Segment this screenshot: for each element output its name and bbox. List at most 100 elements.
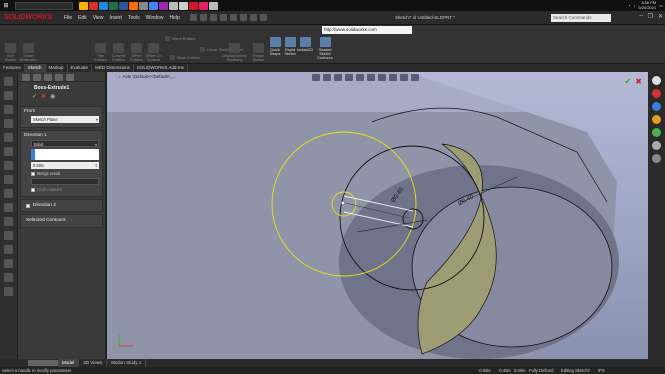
- tab-sketch[interactable]: Sketch: [24, 64, 46, 72]
- rectangle-tool-icon[interactable]: [4, 203, 13, 212]
- view-palette-icon[interactable]: [652, 115, 661, 124]
- property-tab-icon[interactable]: [33, 74, 41, 81]
- merge-result-checkbox[interactable]: Merge result: [31, 171, 99, 176]
- confirm-cancel-icon[interactable]: ✖: [635, 77, 642, 86]
- depth-input[interactable]: 0.50in ⇕: [31, 162, 99, 169]
- file-explorer-icon[interactable]: [652, 102, 661, 111]
- tab-scroll-buttons[interactable]: [28, 360, 58, 366]
- tab-mbd-dimensions[interactable]: MBD Dimensions: [92, 64, 134, 72]
- bottom-tab-motion-study-1[interactable]: Motion Study 1: [107, 359, 147, 367]
- appearances-icon[interactable]: [652, 128, 661, 137]
- taskbar-app-icon[interactable]: [149, 1, 158, 10]
- bottom-tab-model[interactable]: Model: [58, 359, 80, 367]
- section-view-icon[interactable]: [345, 74, 353, 81]
- menu-item-edit[interactable]: Edit: [78, 15, 87, 21]
- line-tool-icon[interactable]: [4, 161, 13, 170]
- new-file-icon[interactable]: [189, 14, 197, 21]
- options-icon[interactable]: [259, 14, 267, 21]
- config-tab-icon[interactable]: [44, 74, 52, 81]
- offset-on-surface-button[interactable]: Offset On Surface: [145, 43, 162, 62]
- relation-tool-icon[interactable]: [4, 231, 13, 240]
- zoom-fit-icon[interactable]: [312, 74, 320, 81]
- windows-start-icon[interactable]: ⊞: [1, 1, 11, 10]
- direction-vector-field[interactable]: [31, 149, 99, 160]
- close-icon[interactable]: ✕: [658, 13, 663, 20]
- feature-tree-flyout[interactable]: › Axle (Default<<Default>_...: [119, 74, 177, 79]
- trim-tool-icon[interactable]: [4, 245, 13, 254]
- tab-features[interactable]: Features: [0, 64, 25, 72]
- taskbar-app-icon[interactable]: [109, 1, 118, 10]
- display-delete-relations-button[interactable]: Display/Delete Relations: [222, 43, 247, 62]
- hide-show-icon[interactable]: [378, 74, 386, 81]
- design-library-icon[interactable]: [652, 89, 661, 98]
- dimxpert-tab-icon[interactable]: [55, 74, 63, 81]
- property-manager-icon[interactable]: [4, 91, 13, 100]
- bottom-tab-3d-views[interactable]: 3D Views: [79, 359, 108, 367]
- graphics-area[interactable]: Ø0.40 Ø0.40 › Axle (Default<<Default>_..…: [107, 72, 648, 359]
- selected-contours-section[interactable]: Selected Contours: [20, 214, 103, 228]
- trim-entities-button[interactable]: Trim Entities: [92, 43, 109, 62]
- menu-item-help[interactable]: Help: [169, 15, 179, 21]
- url-field[interactable]: http://www.solidworks.com: [322, 26, 412, 34]
- spin-icon[interactable]: ⇕: [95, 162, 98, 169]
- restore-icon[interactable]: ❐: [648, 13, 653, 20]
- menu-item-view[interactable]: View: [93, 15, 104, 21]
- menu-item-window[interactable]: Window: [146, 15, 164, 21]
- taskbar-app-icon[interactable]: [79, 1, 88, 10]
- repair-sketch-button[interactable]: Repair Sketch: [250, 43, 267, 62]
- chevron-right-icon[interactable]: ›: [119, 74, 121, 79]
- view-settings-icon[interactable]: [411, 74, 419, 81]
- taskbar-app-icon[interactable]: [199, 1, 208, 10]
- scene-icon[interactable]: [400, 74, 408, 81]
- end-condition-select[interactable]: Blind ▾: [31, 140, 99, 147]
- direction2-section[interactable]: Direction 2: [20, 199, 103, 212]
- appearance-icon[interactable]: [389, 74, 397, 81]
- cancel-icon[interactable]: ✖: [41, 93, 46, 100]
- minimize-icon[interactable]: –: [639, 13, 642, 20]
- convert-entities-button[interactable]: Convert Entities: [110, 43, 127, 62]
- menu-item-insert[interactable]: Insert: [109, 15, 122, 21]
- taskbar-app-icon[interactable]: [209, 1, 218, 10]
- instant2d-button[interactable]: Instant2D: [297, 37, 313, 52]
- feature-manager-icon[interactable]: [4, 77, 13, 86]
- undo-icon[interactable]: [229, 14, 237, 21]
- smart-dimension-button[interactable]: Smart Dimension: [20, 43, 37, 62]
- select-icon[interactable]: [239, 14, 247, 21]
- eye-icon[interactable]: ◉: [50, 93, 55, 100]
- exit-sketch-button[interactable]: Exit Sketch: [2, 43, 19, 62]
- model-view[interactable]: Ø0.40 Ø0.40: [107, 72, 648, 359]
- save-icon[interactable]: [209, 14, 217, 21]
- taskbar-app-icon[interactable]: [129, 1, 138, 10]
- clock[interactable]: 3:56 PM 5/20/2021: [638, 0, 656, 10]
- sketch-tool-icon[interactable]: [4, 147, 13, 156]
- volume-icon[interactable]: ♪: [633, 3, 635, 8]
- appearance-tab-icon[interactable]: [66, 74, 74, 81]
- custom-properties-icon[interactable]: [652, 141, 661, 150]
- taskbar-app-icon[interactable]: [99, 1, 108, 10]
- rebuild-icon[interactable]: [249, 14, 257, 21]
- confirm-ok-icon[interactable]: ✔: [624, 77, 631, 86]
- tab-markup[interactable]: Markup: [46, 64, 68, 72]
- ok-icon[interactable]: ✔: [32, 93, 37, 100]
- center-point[interactable]: [340, 200, 346, 206]
- mirror-entities-button[interactable]: Mirror Entities: [165, 36, 220, 41]
- solidworks-logo[interactable]: SOLIDWORKS: [4, 14, 60, 21]
- solidworks-resources-icon[interactable]: [652, 76, 661, 85]
- dimension-tool-icon[interactable]: [4, 217, 13, 226]
- display-manager-icon[interactable]: [4, 133, 13, 142]
- network-icon[interactable]: ◔: [628, 3, 630, 8]
- mirror-tool-icon[interactable]: [4, 259, 13, 268]
- taskbar-app-icon[interactable]: [139, 1, 148, 10]
- feature-tree-tab-icon[interactable]: [22, 74, 30, 81]
- units-selector[interactable]: IPS: [598, 367, 605, 374]
- taskbar-app-icon[interactable]: [89, 1, 98, 10]
- taskbar-app-icon[interactable]: [159, 1, 168, 10]
- arc-tool-icon[interactable]: [4, 189, 13, 198]
- dimxpert-icon[interactable]: [4, 119, 13, 128]
- zoom-area-icon[interactable]: [323, 74, 331, 81]
- print-icon[interactable]: [219, 14, 227, 21]
- shaded-sketch-contours-button[interactable]: Shaded Sketch Contours: [317, 37, 333, 60]
- forum-icon[interactable]: [652, 154, 661, 163]
- rapid-sketch-button[interactable]: Rapid Sketch: [283, 37, 297, 56]
- checkbox-icon[interactable]: [26, 203, 30, 208]
